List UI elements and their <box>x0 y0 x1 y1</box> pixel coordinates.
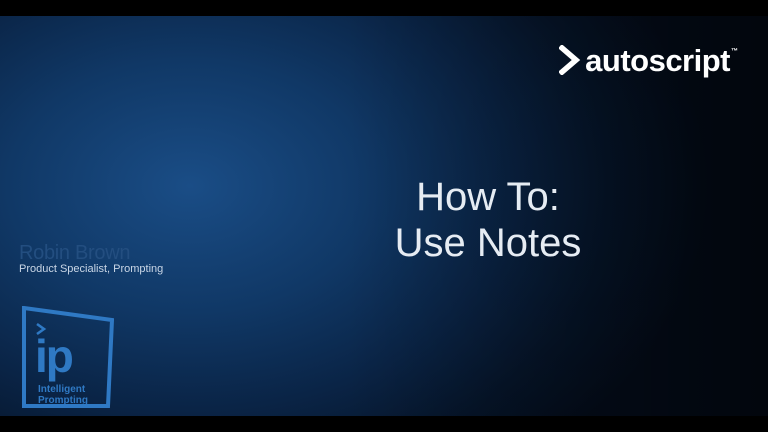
slide-title-line-1: How To: <box>416 175 560 219</box>
video-frame: autoscript ™ How To: Use Notes Robin Bro… <box>0 0 768 432</box>
ip-logo-caption: Intelligent Prompting <box>38 384 88 406</box>
ip-caption-line-1: Intelligent <box>38 384 86 395</box>
presenter-name: Robin Brown <box>19 242 131 264</box>
ip-caption-line-2: Prompting <box>38 395 88 406</box>
ip-mark: ip <box>35 330 73 382</box>
slide-title-line-2: Use Notes <box>394 221 582 265</box>
chevron-right-icon <box>559 45 581 75</box>
title-slide: autoscript ™ How To: Use Notes Robin Bro… <box>0 16 768 416</box>
presenter-role: Product Specialist, Prompting <box>19 263 164 275</box>
presenter-block: Robin Brown Product Specialist, Promptin… <box>19 243 163 276</box>
autoscript-logo: autoscript ™ <box>559 44 738 78</box>
brand-trademark: ™ <box>731 48 738 55</box>
slide-title: How To: Use Notes <box>340 174 636 266</box>
brand-name: autoscript <box>585 43 730 78</box>
